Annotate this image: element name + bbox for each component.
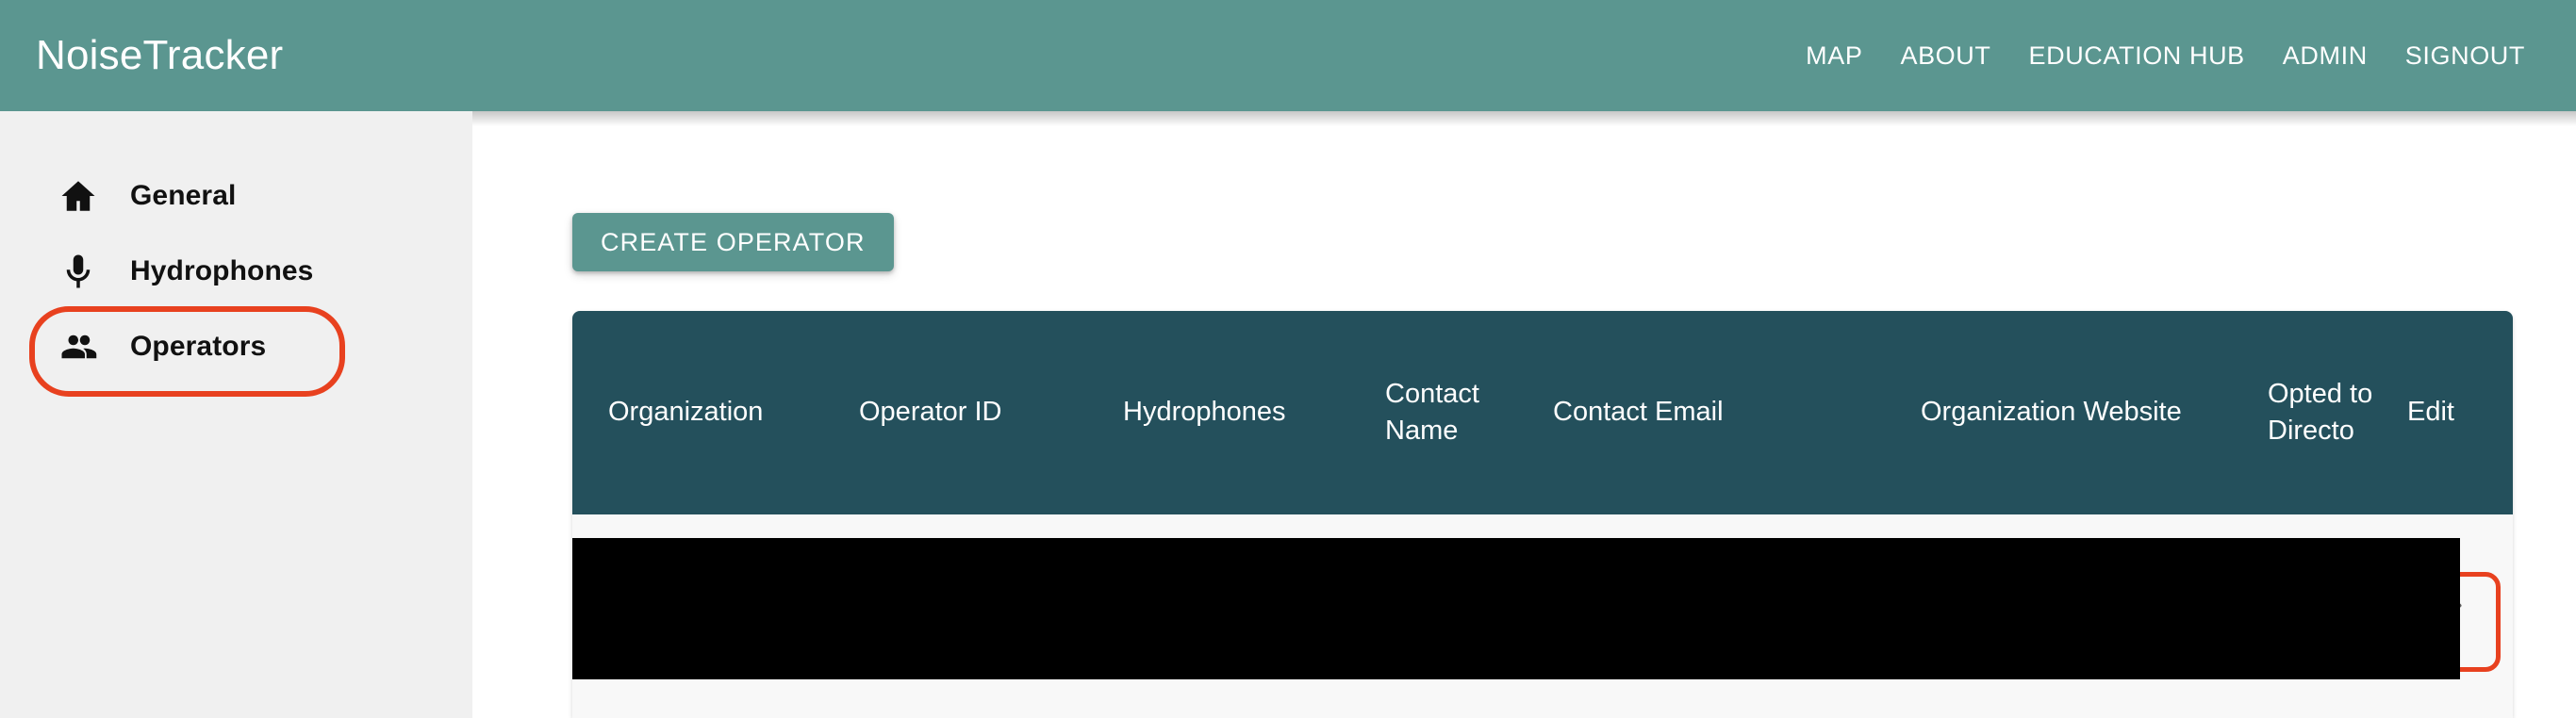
table-row[interactable]: eec4fd7b21c3 <box>572 514 2513 718</box>
sidebar: General Hydrophones Operators <box>0 111 472 718</box>
operators-table-body: eec4fd7b21c3 <box>572 514 2513 718</box>
sidebar-item-general[interactable]: General <box>0 160 472 232</box>
operators-table: Organization Operator ID Hydrophones Con… <box>572 311 2513 718</box>
column-header-contact-email[interactable]: Contact Email <box>1540 311 1907 514</box>
column-header-hydrophones[interactable]: Hydrophones <box>1110 311 1372 514</box>
operators-table-head: Organization Operator ID Hydrophones Con… <box>572 311 2513 514</box>
app-brand-title: NoiseTracker <box>36 32 284 78</box>
nav-education-hub[interactable]: EDUCATION HUB <box>2009 32 2263 80</box>
nav-admin[interactable]: ADMIN <box>2264 32 2386 80</box>
column-header-edit[interactable]: Edit <box>2394 311 2513 514</box>
column-header-opted-to-directory[interactable]: Opted to Directo <box>2254 311 2394 514</box>
main-navigation: MAP ABOUT EDUCATION HUB ADMIN SIGNOUT <box>1787 32 2544 80</box>
cell-edit <box>2394 514 2513 718</box>
nav-map[interactable]: MAP <box>1787 32 1881 80</box>
nav-signout[interactable]: SIGNOUT <box>2386 32 2544 80</box>
sidebar-item-hydrophones[interactable]: Hydrophones <box>0 236 472 307</box>
pencil-icon <box>2425 595 2467 639</box>
column-header-organization[interactable]: Organization <box>572 311 846 514</box>
sidebar-item-general-label: General <box>130 180 237 211</box>
sidebar-item-operators-label: Operators <box>130 331 267 362</box>
redacted-row-data: eec4fd7b21c3 <box>572 514 2460 718</box>
main-content: CREATE OPERATOR Organization Operator ID… <box>472 111 2576 718</box>
operators-table-container: Organization Operator ID Hydrophones Con… <box>572 311 2513 718</box>
sidebar-item-hydrophones-label: Hydrophones <box>130 255 314 286</box>
sidebar-item-operators[interactable]: Operators <box>0 306 472 397</box>
operator-id-value: eec4fd7b21c3 <box>711 654 883 684</box>
create-operator-button[interactable]: CREATE OPERATOR <box>572 213 894 271</box>
people-icon <box>58 327 98 367</box>
column-header-operator-id[interactable]: Operator ID <box>846 311 1110 514</box>
column-header-contact-name[interactable]: Contact Name <box>1372 311 1540 514</box>
home-icon <box>58 176 98 216</box>
nav-about[interactable]: ABOUT <box>1881 32 2009 80</box>
app-header: NoiseTracker MAP ABOUT EDUCATION HUB ADM… <box>0 0 2576 111</box>
microphone-icon <box>58 252 98 291</box>
column-header-organization-website[interactable]: Organization Website <box>1907 311 2254 514</box>
table-header-row: Organization Operator ID Hydrophones Con… <box>572 311 2513 514</box>
edit-row-button[interactable] <box>2401 572 2501 672</box>
